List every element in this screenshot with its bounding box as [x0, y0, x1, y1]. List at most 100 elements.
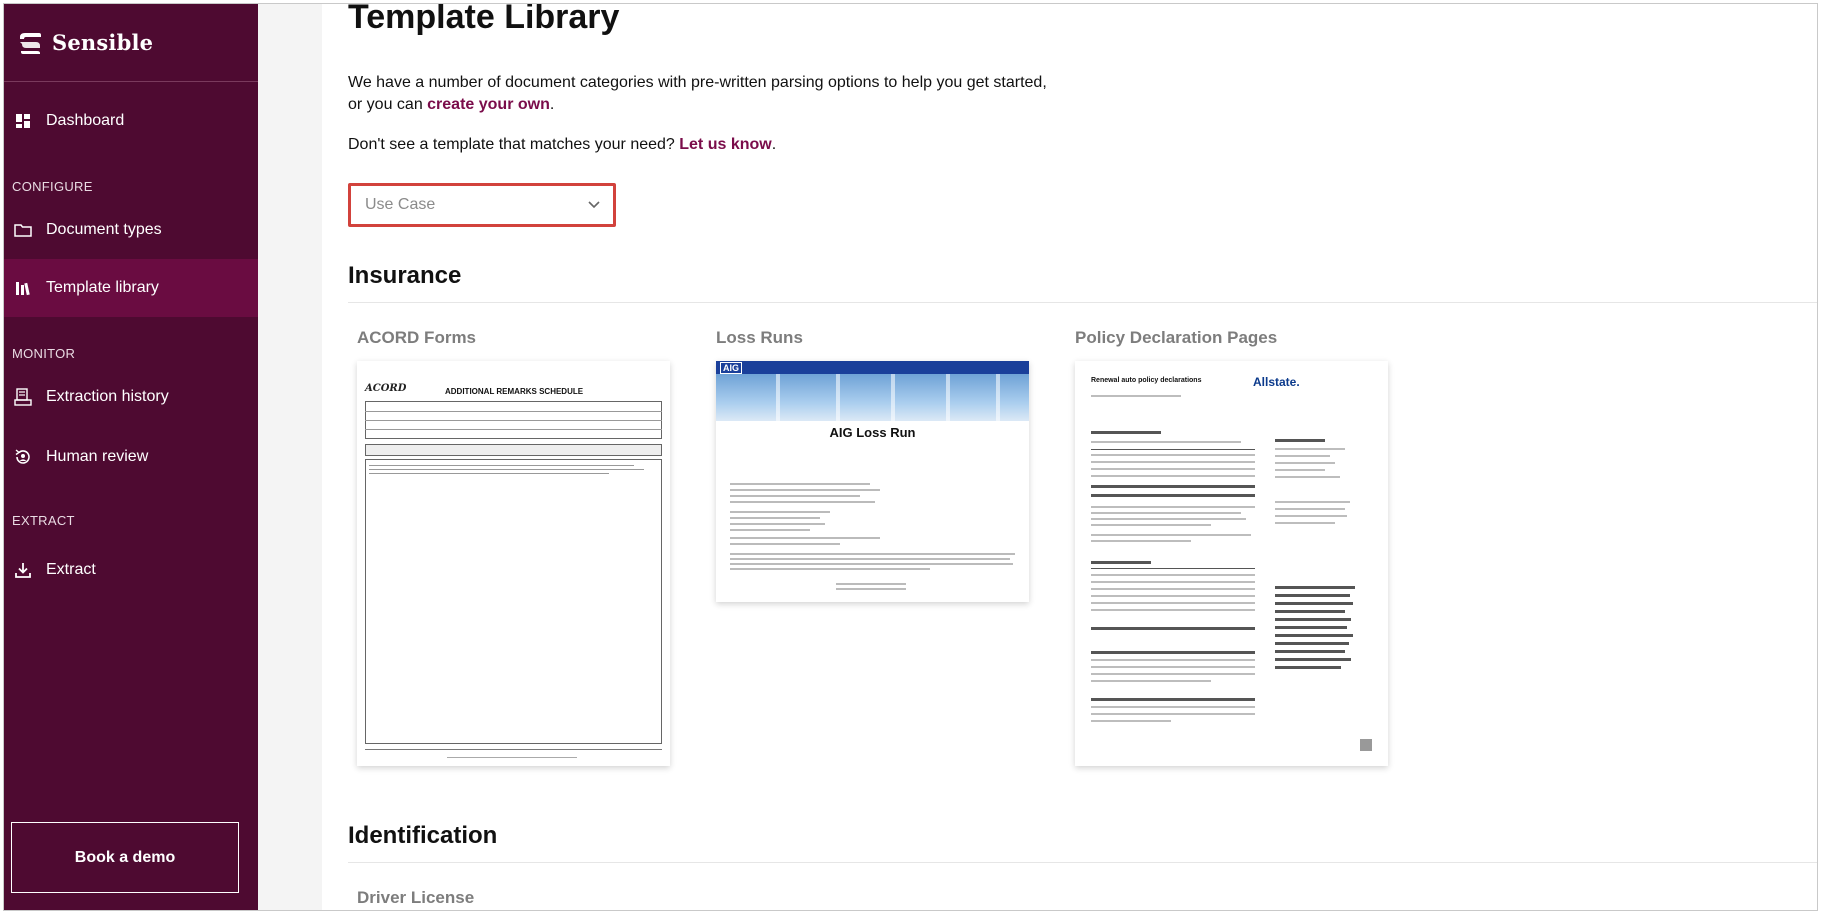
sidebar-item-document-types[interactable]: Document types	[4, 202, 258, 258]
text-line	[1091, 581, 1255, 583]
form-line	[447, 757, 577, 758]
text-line	[1091, 659, 1255, 661]
text-line	[1091, 673, 1255, 675]
banner-detail	[891, 374, 895, 421]
library-icon	[14, 279, 32, 297]
form-line	[365, 749, 662, 750]
bold-line	[1275, 610, 1345, 613]
text-line	[730, 501, 875, 503]
history-icon	[14, 388, 32, 406]
text-line	[1091, 512, 1241, 514]
text-line	[1091, 540, 1191, 542]
bold-line	[1091, 698, 1255, 701]
bold-line	[1275, 658, 1351, 661]
allstate-logo: Allstate.	[1253, 375, 1300, 389]
folder-icon	[14, 221, 32, 239]
section-divider	[348, 302, 1817, 303]
ask-end: .	[771, 136, 777, 153]
text-line	[1091, 454, 1255, 456]
text-line	[1091, 609, 1255, 611]
aig-header-bar: AIG	[716, 361, 1029, 374]
sidebar-item-dashboard[interactable]: Dashboard	[4, 93, 258, 149]
sidebar: Sensible Dashboard CONFIGURE Document ty…	[4, 4, 258, 910]
bold-line	[1275, 642, 1349, 645]
card-title-acord-forms[interactable]: ACORD Forms	[357, 328, 476, 348]
text-line	[1275, 448, 1345, 450]
text-line	[1091, 588, 1255, 590]
policy-declaration-thumbnail[interactable]: Renewal auto policy declarations Allstat…	[1075, 361, 1388, 766]
text-line	[1275, 455, 1330, 457]
aig-logo: AIG	[720, 362, 743, 374]
acord-forms-thumbnail[interactable]: ACORD ADDITIONAL REMARKS SCHEDULE	[357, 361, 670, 766]
app-window: Sensible Dashboard CONFIGURE Document ty…	[3, 3, 1818, 911]
bold-line	[1275, 594, 1350, 597]
text-line	[1091, 441, 1241, 443]
let-us-know-link[interactable]: Let us know	[679, 136, 771, 153]
text-line	[1091, 506, 1255, 508]
card-title-policy-declaration-pages[interactable]: Policy Declaration Pages	[1075, 328, 1277, 348]
bold-line	[1091, 485, 1255, 488]
loss-runs-thumbnail[interactable]: AIG AIG Loss Run	[716, 361, 1029, 602]
intro-text: We have a number of document categories …	[348, 72, 1148, 116]
sidebar-item-extraction-history[interactable]: Extraction history	[4, 369, 258, 425]
text-line	[1091, 524, 1211, 526]
main-content: Template Library We have a number of doc…	[322, 4, 1817, 910]
text-line	[1091, 666, 1255, 668]
building-banner	[716, 374, 1029, 421]
banner-detail	[836, 374, 840, 421]
use-case-select[interactable]: Use Case	[348, 183, 616, 227]
card-title-loss-runs[interactable]: Loss Runs	[716, 328, 803, 348]
brand-logo[interactable]: Sensible	[17, 30, 153, 55]
sidebar-item-label: Extract	[46, 561, 96, 578]
bold-line	[1275, 626, 1347, 629]
book-demo-button[interactable]: Book a demo	[11, 822, 239, 893]
bold-line	[1091, 431, 1161, 434]
bold-line	[1091, 651, 1255, 654]
sidebar-item-label: Human review	[46, 448, 149, 465]
create-your-own-link[interactable]: create your own	[427, 96, 550, 113]
text-line	[1091, 595, 1255, 597]
text-line	[1091, 713, 1255, 715]
sidebar-item-label: Document types	[46, 221, 162, 238]
section-label-monitor: MONITOR	[12, 346, 76, 361]
text-line	[1091, 461, 1255, 463]
bold-line	[1091, 494, 1255, 497]
text-line	[836, 588, 906, 590]
sidebar-item-human-review[interactable]: Human review	[4, 429, 258, 485]
text-line	[730, 543, 840, 545]
acord-remarks-bar	[365, 444, 662, 456]
policy-thumb-heading: Renewal auto policy declarations	[1091, 377, 1202, 384]
text-line	[836, 583, 906, 585]
loss-thumb-heading: AIG Loss Run	[829, 425, 916, 440]
text-line	[1091, 602, 1255, 604]
ask-line: Don't see a template that matches your n…	[348, 136, 680, 153]
sidebar-item-label: Extraction history	[46, 388, 169, 405]
text-line	[1275, 508, 1345, 510]
text-line	[730, 489, 880, 491]
bold-line	[1275, 602, 1353, 605]
intro-line-2: or you can	[348, 96, 428, 113]
rule	[1091, 449, 1255, 450]
text-line	[1275, 469, 1325, 471]
text-line	[730, 517, 820, 519]
sidebar-item-template-library[interactable]: Template library	[4, 259, 258, 317]
dashboard-icon	[14, 112, 32, 130]
banner-detail	[776, 374, 780, 421]
download-icon	[14, 561, 32, 579]
banner-detail	[946, 374, 950, 421]
sensible-logo-icon	[20, 32, 41, 54]
text-line	[730, 537, 880, 539]
bold-line	[1091, 561, 1151, 564]
use-case-placeholder: Use Case	[365, 196, 436, 213]
text-line	[730, 563, 1013, 565]
text-line	[730, 495, 860, 497]
text-line	[730, 483, 870, 485]
text-line	[1091, 518, 1246, 520]
text-line	[730, 568, 930, 570]
sidebar-item-extract[interactable]: Extract	[4, 542, 258, 598]
text-line	[730, 511, 830, 513]
acord-body-box	[365, 459, 662, 744]
card-title-driver-license[interactable]: Driver License	[357, 888, 474, 908]
text-line	[1091, 706, 1255, 708]
bold-line	[1091, 627, 1255, 630]
